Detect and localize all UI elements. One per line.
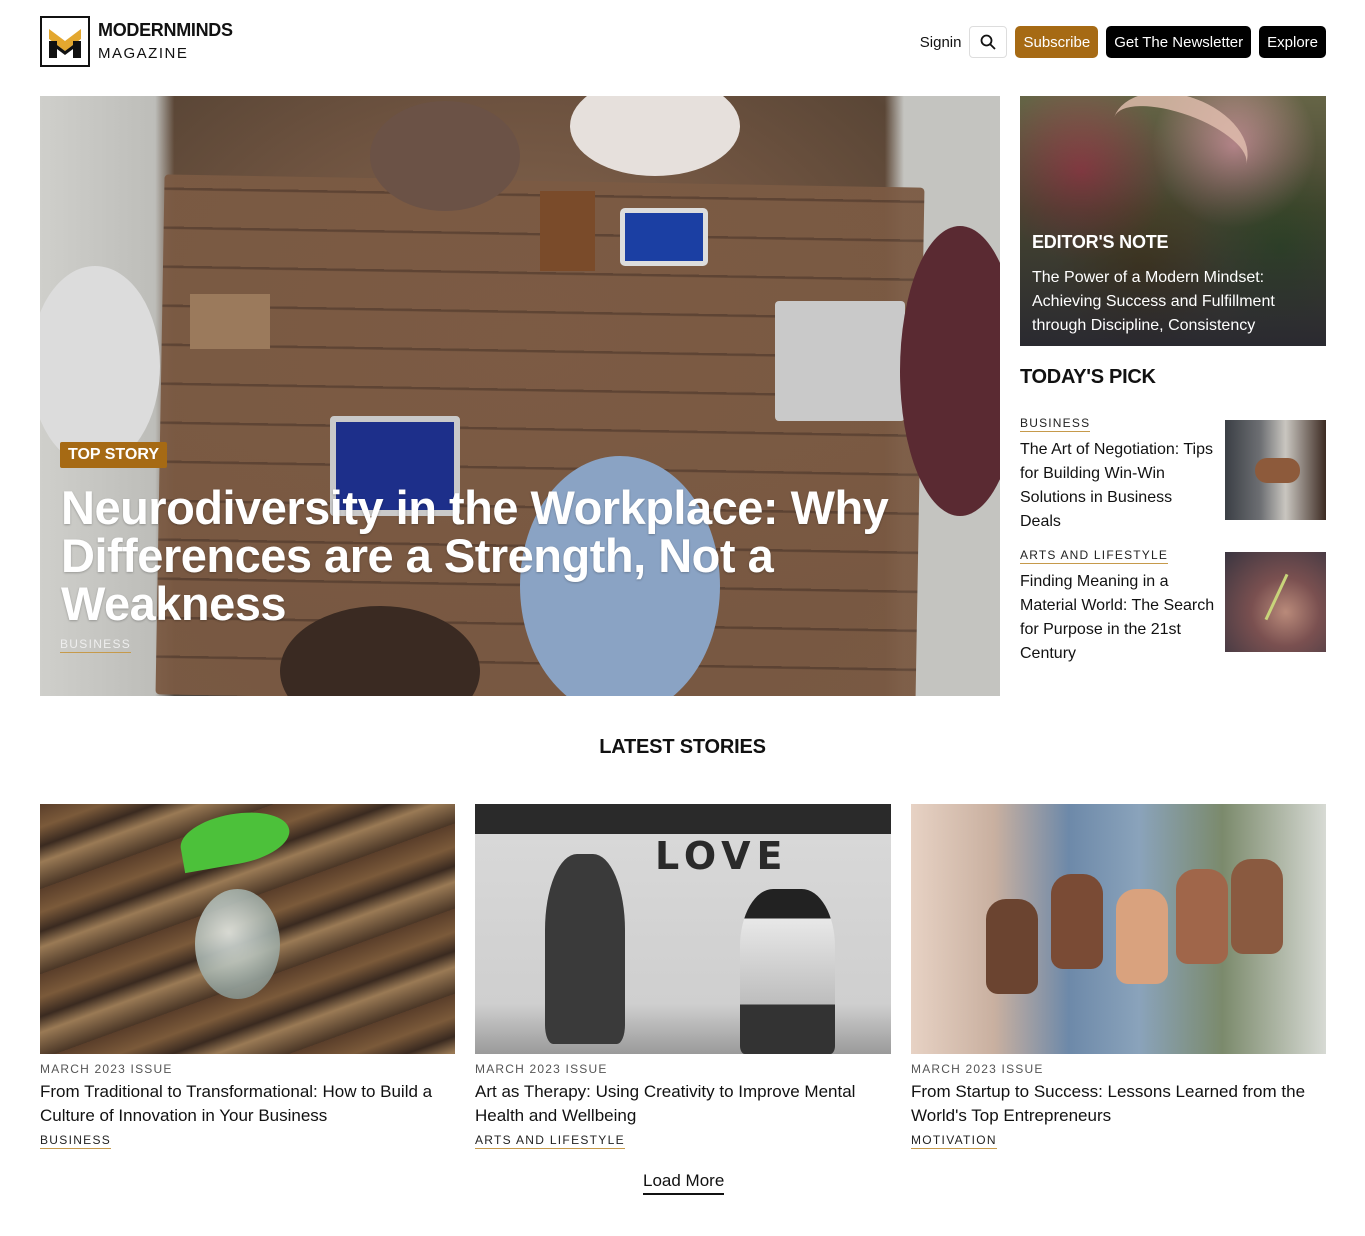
hero-image-paper: [190, 294, 270, 349]
story-image-shadow: [545, 854, 625, 1044]
header-nav: Signin Subscribe Get The Newsletter Expl…: [920, 26, 1326, 58]
story-image-thumb: [1231, 859, 1283, 954]
story-image[interactable]: [40, 804, 455, 1054]
story-category[interactable]: BUSINESS: [40, 1133, 112, 1149]
load-more-button[interactable]: Load More: [643, 1171, 725, 1195]
story-image[interactable]: [911, 804, 1326, 1054]
hero-title[interactable]: Neurodiversity in the Workplace: Why Dif…: [61, 484, 961, 628]
story-issue: MARCH 2023 ISSUE: [40, 1062, 173, 1076]
pick-thumbnail[interactable]: [1225, 420, 1326, 520]
editors-note-text[interactable]: The Power of a Modern Mindset: Achieving…: [1032, 266, 1317, 338]
story-title[interactable]: From Startup to Success: Lessons Learned…: [911, 1080, 1326, 1128]
hero-image-tablet: [620, 208, 708, 266]
story-card[interactable]: MARCH 2023 ISSUE From Startup to Success…: [911, 804, 1326, 1149]
story-image-love-text: LOVE: [655, 834, 789, 878]
story-image-thumb: [986, 899, 1038, 994]
story-image-thumb: [1116, 889, 1168, 984]
story-image-bulb: [195, 889, 280, 999]
pick-category[interactable]: ARTS AND LIFESTYLE: [1020, 548, 1169, 564]
story-category[interactable]: ARTS AND LIFESTYLE: [475, 1133, 625, 1149]
brand-name: MODERNMINDS: [98, 19, 233, 40]
pick-thumbnail[interactable]: [1225, 552, 1326, 652]
explore-button[interactable]: Explore: [1259, 26, 1326, 58]
hero-category[interactable]: BUSINESS: [60, 637, 132, 653]
newsletter-button[interactable]: Get The Newsletter: [1106, 26, 1252, 58]
site-logo[interactable]: MODERNMINDS MAGAZINE: [40, 16, 233, 67]
story-title[interactable]: Art as Therapy: Using Creativity to Impr…: [475, 1080, 891, 1128]
logo-mark-icon: [40, 16, 90, 67]
story-category[interactable]: MOTIVATION: [911, 1133, 997, 1149]
story-image-person: [740, 889, 835, 1054]
editors-note-image: [1098, 96, 1262, 208]
brand-subtitle: MAGAZINE: [98, 45, 189, 63]
search-icon: [981, 34, 997, 50]
editors-note-card[interactable]: EDITOR'S NOTE The Power of a Modern Mind…: [1020, 96, 1326, 346]
story-image-thumb: [1051, 874, 1103, 969]
story-title[interactable]: From Traditional to Transformational: Ho…: [40, 1080, 455, 1128]
hero-image-laptop-right: [775, 301, 905, 421]
story-issue: MARCH 2023 ISSUE: [911, 1062, 1044, 1076]
pick-category[interactable]: BUSINESS: [1020, 416, 1091, 432]
story-card[interactable]: MARCH 2023 ISSUE From Traditional to Tra…: [40, 804, 455, 1149]
story-image-leaf: [176, 804, 294, 874]
editors-note-label: EDITOR'S NOTE: [1032, 232, 1169, 252]
search-button[interactable]: [969, 26, 1008, 58]
story-card[interactable]: LOVE MARCH 2023 ISSUE Art as Therapy: Us…: [475, 804, 891, 1149]
site-header: MODERNMINDS MAGAZINE Signin Subscribe Ge…: [40, 16, 1326, 68]
todays-pick-item[interactable]: BUSINESS The Art of Negotiation: Tips fo…: [1020, 414, 1326, 534]
hero-image-person: [370, 101, 520, 211]
pick-title[interactable]: The Art of Negotiation: Tips for Buildin…: [1020, 438, 1215, 534]
latest-stories-heading: LATEST STORIES: [599, 736, 766, 758]
story-image-thumb: [1176, 869, 1228, 964]
story-issue: MARCH 2023 ISSUE: [475, 1062, 608, 1076]
story-image[interactable]: LOVE: [475, 804, 891, 1054]
subscribe-button[interactable]: Subscribe: [1015, 26, 1099, 58]
hero-image-notebook: [540, 191, 595, 271]
hero-top-story[interactable]: TOP STORY Neurodiversity in the Workplac…: [40, 96, 1000, 696]
top-story-badge: TOP STORY: [60, 442, 167, 468]
signin-link[interactable]: Signin: [920, 34, 962, 51]
pick-title[interactable]: Finding Meaning in a Material World: The…: [1020, 570, 1215, 666]
todays-pick-heading: TODAY'S PICK: [1020, 366, 1156, 388]
todays-pick-item[interactable]: ARTS AND LIFESTYLE Finding Meaning in a …: [1020, 546, 1326, 666]
